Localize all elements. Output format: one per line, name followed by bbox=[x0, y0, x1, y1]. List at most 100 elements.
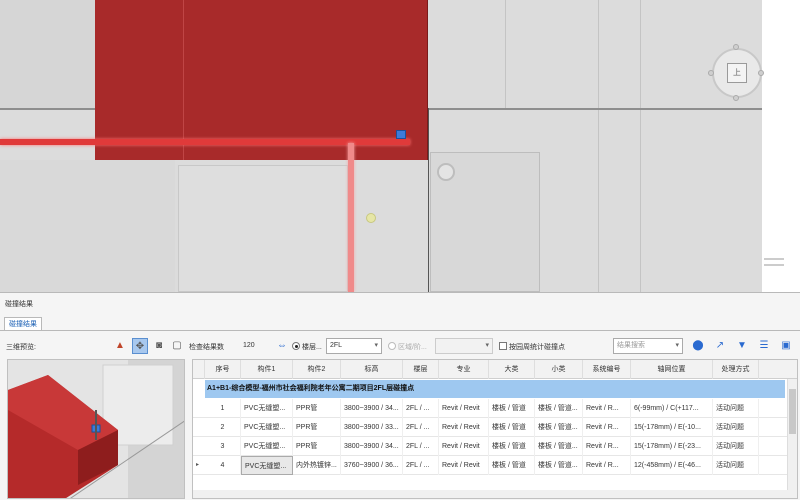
clash-pipe-vertical[interactable] bbox=[348, 143, 354, 292]
header-indicator bbox=[193, 360, 205, 379]
cell-index: 4 bbox=[205, 456, 241, 475]
cell-element1: PVC无缝塑... bbox=[241, 418, 293, 437]
viewcube-north-dot[interactable] bbox=[733, 44, 739, 50]
perimeter-stats-checkbox[interactable] bbox=[499, 342, 507, 350]
cell-grid-position: 6(-99mm) / C(+117... bbox=[631, 399, 713, 418]
table-row[interactable]: 3 PVC无缝塑... PPR管 3800~3900 / 34... 2FL / ...… bbox=[193, 437, 787, 456]
header-system-code[interactable]: 系统编号 bbox=[583, 360, 631, 379]
pipe-fitting bbox=[366, 213, 376, 223]
table-row[interactable]: 2 PVC无缝塑... PPR管 3800~3900 / 33... 2FL / ...… bbox=[193, 418, 787, 437]
cell-elevation: 3760~3900 / 36... bbox=[341, 456, 403, 475]
preview-render bbox=[8, 360, 184, 498]
cell-category: 楼板 / 管道 bbox=[489, 437, 535, 456]
header-handling[interactable]: 处理方式 bbox=[713, 360, 759, 379]
table-header: 序号 构件1 构件2 标高 楼层 专业 大类 小类 系统编号 轴网位置 处理方式 bbox=[193, 360, 797, 379]
viewcube-south-dot[interactable] bbox=[733, 95, 739, 101]
table-row[interactable]: ▸ 4 PVC无缝塑... 内外热镀锌... 3760~3900 / 36... 2FL … bbox=[193, 456, 787, 475]
vertical-scrollbar[interactable] bbox=[787, 379, 797, 498]
result-search-input[interactable]: 结果搜索 ▾ bbox=[613, 338, 683, 354]
cell-category: 楼板 / 管道 bbox=[489, 399, 535, 418]
cell-discipline: Revit / Revit bbox=[439, 418, 489, 437]
result-count-value: 120 bbox=[243, 342, 255, 349]
cell-elevation: 3800~3900 / 34... bbox=[341, 437, 403, 456]
cell-element2: PPR管 bbox=[293, 418, 341, 437]
cell-subcategory: 楼板 / 管道... bbox=[535, 437, 583, 456]
scrollbar-thumb[interactable] bbox=[789, 389, 796, 434]
cell-floor: 2FL / ... bbox=[403, 437, 439, 456]
cell-index: 3 bbox=[205, 437, 241, 456]
export-icon[interactable]: ▢ bbox=[169, 338, 185, 354]
chevron-down-icon: ▾ bbox=[675, 342, 679, 349]
filter-icon[interactable]: ▼ bbox=[734, 338, 750, 354]
wall-panel bbox=[0, 0, 95, 108]
clash-result-table[interactable]: 序号 构件1 构件2 标高 楼层 专业 大类 小类 系统编号 轴网位置 处理方式… bbox=[192, 359, 798, 499]
cell-handling: 活动问题 bbox=[713, 418, 759, 437]
column-edge bbox=[428, 108, 429, 292]
cell-element2: PPR管 bbox=[293, 437, 341, 456]
cell-discipline: Revit / Revit bbox=[439, 437, 489, 456]
cell-elevation: 3800~3900 / 33... bbox=[341, 418, 403, 437]
cell-subcategory: 楼板 / 管道... bbox=[535, 399, 583, 418]
tab-clash-results[interactable]: 碰撞结果 bbox=[4, 317, 42, 331]
viewcube-west-dot[interactable] bbox=[708, 70, 714, 76]
group-row[interactable]: A1+B1-综合模型-福州市社会福利院老年公寓二期项目2FL层碰撞点 bbox=[205, 380, 785, 398]
color-icon[interactable]: ▲ bbox=[112, 338, 128, 354]
header-elevation[interactable]: 标高 bbox=[341, 360, 403, 379]
wall-panel bbox=[0, 160, 175, 292]
floor-select[interactable]: 2FL ▾ bbox=[326, 338, 382, 354]
cell-element2: 内外热镀锌... bbox=[293, 456, 341, 475]
cell-discipline: Revit / Revit bbox=[439, 399, 489, 418]
wall-panel bbox=[178, 165, 348, 292]
header-discipline[interactable]: 专业 bbox=[439, 360, 489, 379]
cell-category: 楼板 / 管道 bbox=[489, 456, 535, 475]
table-row[interactable]: 1 PVC无缝塑... PPR管 3800~3900 / 34... 2FL / ...… bbox=[193, 399, 787, 418]
cell-element1: PVC无缝塑... bbox=[241, 399, 293, 418]
preview-label: 三维预览: bbox=[6, 344, 36, 351]
cell-elevation: 3800~3900 / 34... bbox=[341, 399, 403, 418]
viewcube[interactable]: 上 bbox=[712, 48, 762, 98]
header-element1[interactable]: 构件1 bbox=[241, 360, 293, 379]
clash-slab[interactable] bbox=[95, 0, 428, 160]
header-index[interactable]: 序号 bbox=[205, 360, 241, 379]
result-count-label: 检查结果数 bbox=[189, 344, 224, 351]
list-icon[interactable]: ☰ bbox=[756, 338, 772, 354]
cell-grid-position: 15(-178mm) / E(-23... bbox=[631, 437, 713, 456]
horizontal-scrollbar[interactable] bbox=[193, 490, 789, 498]
3d-preview[interactable] bbox=[7, 359, 185, 499]
floor-line bbox=[764, 264, 784, 266]
wall-seam bbox=[598, 0, 599, 292]
cell-index: 1 bbox=[205, 399, 241, 418]
header-subcategory[interactable]: 小类 bbox=[535, 360, 583, 379]
camera-icon[interactable]: ◙ bbox=[151, 338, 167, 354]
header-grid-position[interactable]: 轴网位置 bbox=[631, 360, 713, 379]
radio-region[interactable] bbox=[388, 342, 396, 350]
locate-pin-icon[interactable]: ⬤ bbox=[690, 338, 706, 354]
panel-title: 碰撞结果 bbox=[5, 301, 33, 308]
link-icon[interactable]: ⇔ bbox=[274, 338, 290, 354]
save-icon[interactable]: ▣ bbox=[778, 338, 794, 354]
cell-system-code: Revit / R... bbox=[583, 418, 631, 437]
region-select[interactable]: ▾ bbox=[435, 338, 493, 354]
perimeter-stats-label: 按园周统计碰撞点 bbox=[509, 344, 565, 351]
current-row-indicator-icon: ▸ bbox=[196, 462, 200, 468]
viewcube-east-dot[interactable] bbox=[758, 70, 764, 76]
viewcube-face[interactable]: 上 bbox=[727, 63, 747, 83]
radio-floor[interactable] bbox=[292, 342, 300, 350]
header-element2[interactable]: 构件2 bbox=[293, 360, 341, 379]
cell-system-code: Revit / R... bbox=[583, 456, 631, 475]
cell-element1: PVC无缝塑... bbox=[241, 437, 293, 456]
clash-marker-icon[interactable] bbox=[396, 130, 406, 139]
fit-view-icon[interactable]: ✥ bbox=[132, 338, 148, 354]
viewport-right-strip bbox=[762, 0, 800, 292]
wall-seam bbox=[505, 0, 506, 108]
floor-select-value: 2FL bbox=[330, 342, 343, 349]
header-floor[interactable]: 楼层 bbox=[403, 360, 439, 379]
cell-category: 楼板 / 管道 bbox=[489, 418, 535, 437]
chevron-down-icon: ▾ bbox=[374, 342, 378, 349]
3d-viewport[interactable]: 上 bbox=[0, 0, 800, 292]
header-category[interactable]: 大类 bbox=[489, 360, 535, 379]
share-icon[interactable]: ↗ bbox=[712, 338, 728, 354]
cell-subcategory: 楼板 / 管道... bbox=[535, 418, 583, 437]
radio-region-label: 区域/阶... bbox=[398, 344, 427, 351]
cell-discipline: Revit / Revit bbox=[439, 456, 489, 475]
